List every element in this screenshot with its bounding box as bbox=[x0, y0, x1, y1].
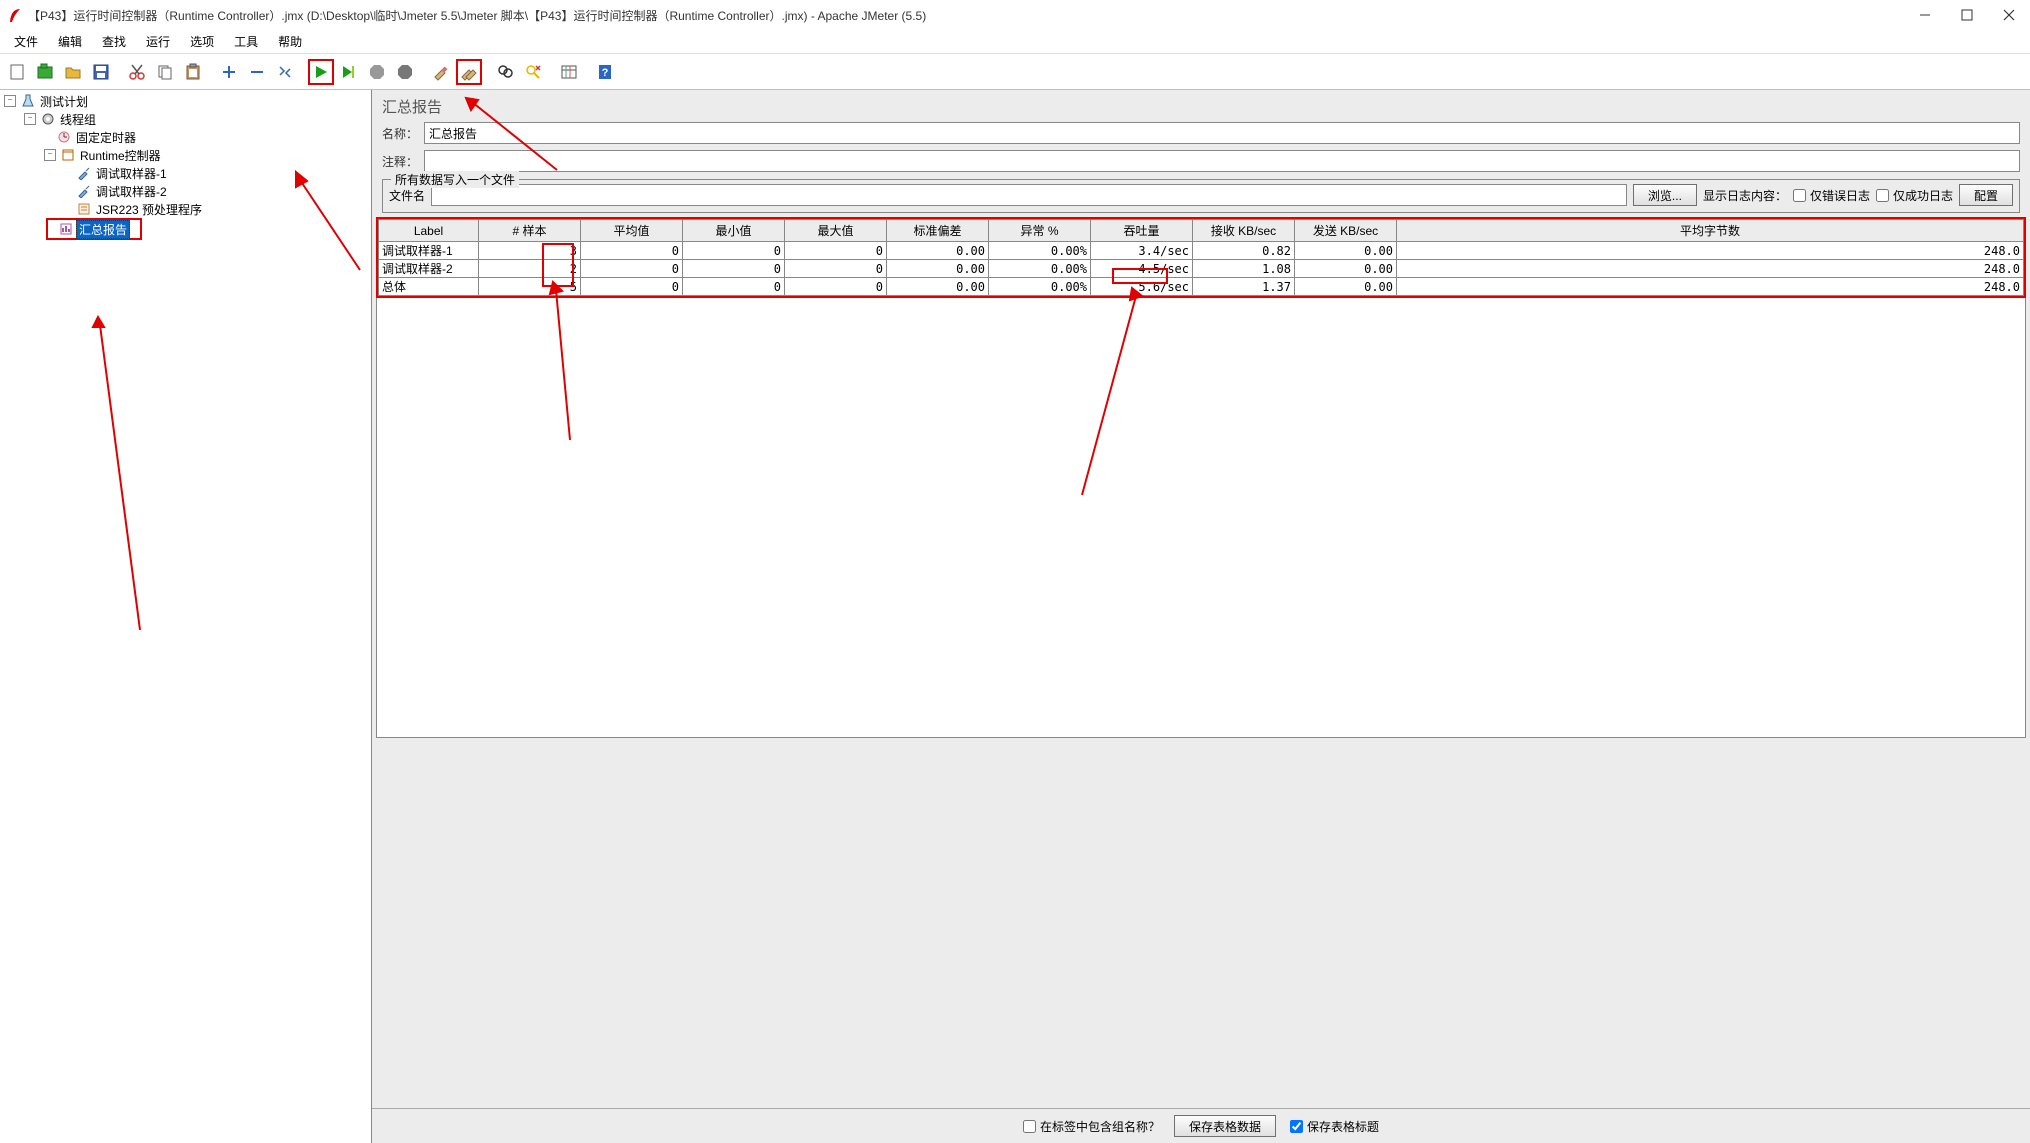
search-icon[interactable] bbox=[492, 59, 518, 85]
errors-only-checkbox[interactable]: 仅错误日志 bbox=[1793, 187, 1870, 204]
table-header[interactable]: Label bbox=[379, 220, 479, 242]
menubar: 文件 编辑 查找 运行 选项 工具 帮助 bbox=[0, 30, 2030, 54]
toggle-icon[interactable] bbox=[272, 59, 298, 85]
clock-icon bbox=[56, 129, 72, 145]
menu-help[interactable]: 帮助 bbox=[268, 30, 312, 53]
bottom-bar: 在标签中包含组名称？ 保存表格数据 保存表格标题 bbox=[372, 1108, 2030, 1143]
table-header[interactable]: 接收 KB/sec bbox=[1193, 220, 1295, 242]
tree-debug-sampler-2[interactable]: 调试取样器-2 bbox=[0, 182, 371, 200]
tree-test-plan[interactable]: − 测试计划 bbox=[0, 92, 371, 110]
maximize-button[interactable] bbox=[1958, 6, 1976, 24]
reset-search-icon[interactable] bbox=[520, 59, 546, 85]
success-only-checkbox[interactable]: 仅成功日志 bbox=[1876, 187, 1953, 204]
browse-button[interactable]: 浏览... bbox=[1633, 184, 1697, 206]
open-icon[interactable] bbox=[60, 59, 86, 85]
menu-options[interactable]: 选项 bbox=[180, 30, 224, 53]
sampler-icon bbox=[76, 165, 92, 181]
start-icon[interactable] bbox=[308, 59, 334, 85]
window-title: 【P43】运行时间控制器（Runtime Controller）.jmx (D:… bbox=[28, 7, 1916, 24]
name-label: 名称： bbox=[382, 125, 418, 142]
comment-input[interactable] bbox=[424, 150, 2020, 172]
menu-file[interactable]: 文件 bbox=[4, 30, 48, 53]
report-icon bbox=[58, 221, 74, 237]
filename-label: 文件名 bbox=[389, 187, 425, 204]
save-table-data-button[interactable]: 保存表格数据 bbox=[1174, 1115, 1276, 1137]
file-legend: 所有数据写入一个文件 bbox=[391, 171, 519, 188]
name-input[interactable] bbox=[424, 122, 2020, 144]
close-button[interactable] bbox=[2000, 6, 2018, 24]
toolbar: ? bbox=[0, 54, 2030, 90]
shutdown-icon[interactable] bbox=[392, 59, 418, 85]
new-icon[interactable] bbox=[4, 59, 30, 85]
app-feather-icon bbox=[8, 7, 22, 23]
table-row[interactable]: 调试取样器-130000.000.00%3.4/sec0.820.00248.0 bbox=[379, 242, 2024, 260]
clear-all-icon[interactable] bbox=[456, 59, 482, 85]
menu-run[interactable]: 运行 bbox=[136, 30, 180, 53]
table-row[interactable]: 总体50000.000.00%5.6/sec1.370.00248.0 bbox=[379, 278, 2024, 296]
tree-runtime-controller[interactable]: − Runtime控制器 bbox=[0, 146, 371, 164]
comment-label: 注释： bbox=[382, 153, 418, 170]
beaker-icon bbox=[20, 93, 36, 109]
menu-tools[interactable]: 工具 bbox=[224, 30, 268, 53]
table-header[interactable]: 平均字节数 bbox=[1397, 220, 2024, 242]
tree-debug-sampler-1[interactable]: 调试取样器-1 bbox=[0, 164, 371, 182]
cut-icon[interactable] bbox=[124, 59, 150, 85]
include-group-checkbox[interactable]: 在标签中包含组名称？ bbox=[1023, 1118, 1160, 1135]
save-table-header-checkbox[interactable]: 保存表格标题 bbox=[1290, 1118, 1379, 1135]
tree-jsr223[interactable]: JSR223 预处理程序 bbox=[0, 200, 371, 218]
log-display-label: 显示日志内容： bbox=[1703, 187, 1787, 204]
function-helper-icon[interactable] bbox=[556, 59, 582, 85]
start-no-timers-icon[interactable] bbox=[336, 59, 362, 85]
paste-icon[interactable] bbox=[180, 59, 206, 85]
titlebar: 【P43】运行时间控制器（Runtime Controller）.jmx (D:… bbox=[0, 0, 2030, 30]
results-table[interactable]: Label# 样本平均值最小值最大值标准偏差异常 %吞吐量接收 KB/sec发送… bbox=[378, 219, 2024, 296]
script-icon bbox=[76, 201, 92, 217]
table-header[interactable]: 发送 KB/sec bbox=[1295, 220, 1397, 242]
gear-icon bbox=[40, 111, 56, 127]
filename-input[interactable] bbox=[431, 184, 1627, 206]
configure-button[interactable]: 配置 bbox=[1959, 184, 2013, 206]
file-fieldset: 所有数据写入一个文件 文件名 浏览... 显示日志内容： 仅错误日志 仅成功日志… bbox=[382, 179, 2020, 213]
collapse-icon[interactable] bbox=[244, 59, 270, 85]
table-header[interactable]: # 样本 bbox=[479, 220, 581, 242]
help-icon[interactable]: ? bbox=[592, 59, 618, 85]
results-table-wrap: Label# 样本平均值最小值最大值标准偏差异常 %吞吐量接收 KB/sec发送… bbox=[376, 217, 2026, 298]
svg-text:?: ? bbox=[602, 67, 609, 79]
table-header[interactable]: 最小值 bbox=[683, 220, 785, 242]
right-pane: 汇总报告 名称： 注释： 所有数据写入一个文件 文件名 浏览... 显示日志内容… bbox=[372, 90, 2030, 1143]
minimize-button[interactable] bbox=[1916, 6, 1934, 24]
table-header[interactable]: 异常 % bbox=[989, 220, 1091, 242]
table-filler bbox=[376, 298, 2026, 738]
stop-icon[interactable] bbox=[364, 59, 390, 85]
table-row[interactable]: 调试取样器-220000.000.00%4.5/sec1.080.00248.0 bbox=[379, 260, 2024, 278]
table-header[interactable]: 标准偏差 bbox=[887, 220, 989, 242]
menu-edit[interactable]: 编辑 bbox=[48, 30, 92, 53]
copy-icon[interactable] bbox=[152, 59, 178, 85]
sampler-icon bbox=[76, 183, 92, 199]
tree-thread-group[interactable]: − 线程组 bbox=[0, 110, 371, 128]
expand-icon[interactable] bbox=[216, 59, 242, 85]
table-header[interactable]: 最大值 bbox=[785, 220, 887, 242]
menu-search[interactable]: 查找 bbox=[92, 30, 136, 53]
tree-fixed-timer[interactable]: 固定定时器 bbox=[0, 128, 371, 146]
panel-title: 汇总报告 bbox=[372, 90, 2030, 119]
clear-icon[interactable] bbox=[428, 59, 454, 85]
save-icon[interactable] bbox=[88, 59, 114, 85]
table-header[interactable]: 吞吐量 bbox=[1091, 220, 1193, 242]
table-header[interactable]: 平均值 bbox=[581, 220, 683, 242]
controller-icon bbox=[60, 147, 76, 163]
tree-pane[interactable]: − 测试计划 − 线程组 固定定时器 − Runtime控制器 调试取样器-1 … bbox=[0, 90, 372, 1143]
templates-icon[interactable] bbox=[32, 59, 58, 85]
tree-summary-report[interactable]: 汇总报告 bbox=[48, 220, 140, 238]
